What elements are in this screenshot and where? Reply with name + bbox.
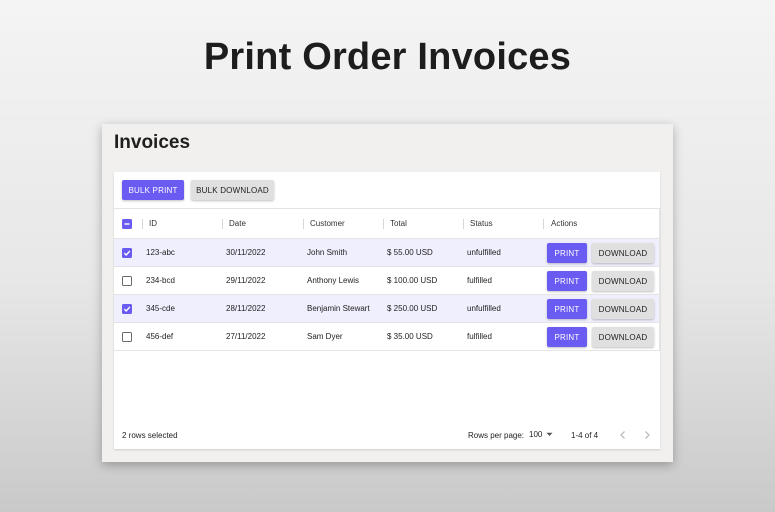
- cell-id: 456-def: [146, 332, 174, 341]
- invoice-table: ID Date Customer Total Status Actions 12…: [114, 209, 660, 351]
- column-header-actions: Actions: [551, 219, 578, 228]
- pagination-range: 1-4 of 4: [571, 431, 599, 440]
- print-button[interactable]: PRINT: [547, 327, 587, 347]
- minus-icon: [124, 222, 130, 225]
- cell-total: $ 250.00 USD: [387, 304, 438, 313]
- row-checkbox[interactable]: [122, 275, 132, 286]
- select-all-checkbox[interactable]: [122, 218, 132, 229]
- window-title: Invoices: [114, 132, 191, 153]
- check-icon: [123, 306, 131, 312]
- row-checkbox[interactable]: [122, 303, 132, 314]
- invoices-data-grid: BULK PRINT BULK DOWNLOAD ID Date Custome…: [114, 172, 660, 449]
- cell-total: $ 55.00 USD: [387, 248, 433, 257]
- cell-customer: Benjamin Stewart: [307, 304, 370, 313]
- column-header-total[interactable]: Total: [390, 209, 407, 238]
- selected-rows-count: 2 rows selected: [122, 431, 178, 440]
- cell-customer: John Smith: [307, 248, 348, 257]
- table-header-row: ID Date Customer Total Status Actions: [114, 209, 660, 239]
- cell-total: $ 35.00 USD: [387, 332, 433, 341]
- row-checkbox[interactable]: [122, 331, 132, 342]
- row-select-cell: [122, 295, 134, 322]
- select-all-cell: [122, 209, 134, 238]
- bulk-download-button[interactable]: BULK DOWNLOAD: [191, 180, 274, 200]
- cell-id: 345-cde: [146, 304, 175, 313]
- bulk-print-button[interactable]: BULK PRINT: [122, 180, 184, 200]
- cell-status: unfulfilled: [467, 304, 501, 313]
- invoices-window: Invoices BULK PRINT BULK DOWNLOAD ID Dat…: [102, 124, 673, 462]
- download-button[interactable]: DOWNLOAD: [592, 299, 654, 319]
- caret-down-icon: [546, 432, 553, 436]
- cell-status: unfulfilled: [467, 248, 501, 257]
- cell-id: 234-bcd: [146, 276, 175, 285]
- download-button[interactable]: DOWNLOAD: [592, 243, 654, 263]
- check-icon: [123, 250, 131, 256]
- grid-footer: 2 rows selected Rows per page: 100 1-4 o…: [114, 421, 660, 449]
- print-button[interactable]: PRINT: [547, 271, 587, 291]
- print-button[interactable]: PRINT: [547, 243, 587, 263]
- rows-per-page-value: 100: [529, 430, 543, 439]
- print-button[interactable]: PRINT: [547, 299, 587, 319]
- cell-customer: Sam Dyer: [307, 332, 343, 341]
- column-header-status[interactable]: Status: [470, 209, 493, 238]
- cell-date: 29/11/2022: [226, 276, 266, 285]
- cell-date: 30/11/2022: [226, 248, 266, 257]
- cell-date: 28/11/2022: [226, 304, 266, 313]
- page-title: Print Order Invoices: [203, 36, 572, 78]
- download-button[interactable]: DOWNLOAD: [592, 327, 654, 347]
- row-select-cell: [122, 239, 134, 266]
- column-header-id[interactable]: ID: [149, 209, 157, 238]
- cell-id: 123-abc: [146, 248, 175, 257]
- table-row[interactable]: 456-def 27/11/2022 Sam Dyer $ 35.00 USD fulf…: [114, 323, 660, 351]
- row-select-cell: [122, 267, 134, 294]
- column-header-date[interactable]: Date: [229, 209, 246, 238]
- cell-date: 27/11/2022: [226, 332, 266, 341]
- cell-status: fulfilled: [467, 276, 492, 285]
- download-button[interactable]: DOWNLOAD: [592, 271, 654, 291]
- chevron-right-icon[interactable]: [641, 429, 653, 441]
- table-row[interactable]: 123-abc 30/11/2022 John Smith $ 55.00 USD un…: [114, 239, 660, 267]
- rows-per-page-select[interactable]: 100: [529, 430, 553, 439]
- table-row[interactable]: 234-bcd 29/11/2022 Anthony Lewis $ 100.00 U…: [114, 267, 660, 295]
- grid-toolbar: BULK PRINT BULK DOWNLOAD: [114, 172, 660, 209]
- cell-total: $ 100.00 USD: [387, 276, 438, 285]
- table-row[interactable]: 345-cde 28/11/2022 Benjamin Stewart $ 250.0…: [114, 295, 660, 323]
- row-select-cell: [122, 323, 134, 350]
- cell-status: fulfilled: [467, 332, 492, 341]
- row-checkbox[interactable]: [122, 247, 132, 258]
- rows-per-page-label: Rows per page:: [468, 431, 525, 440]
- cell-customer: Anthony Lewis: [307, 276, 360, 285]
- chevron-left-icon[interactable]: [617, 429, 629, 441]
- column-header-customer[interactable]: Customer: [310, 209, 345, 238]
